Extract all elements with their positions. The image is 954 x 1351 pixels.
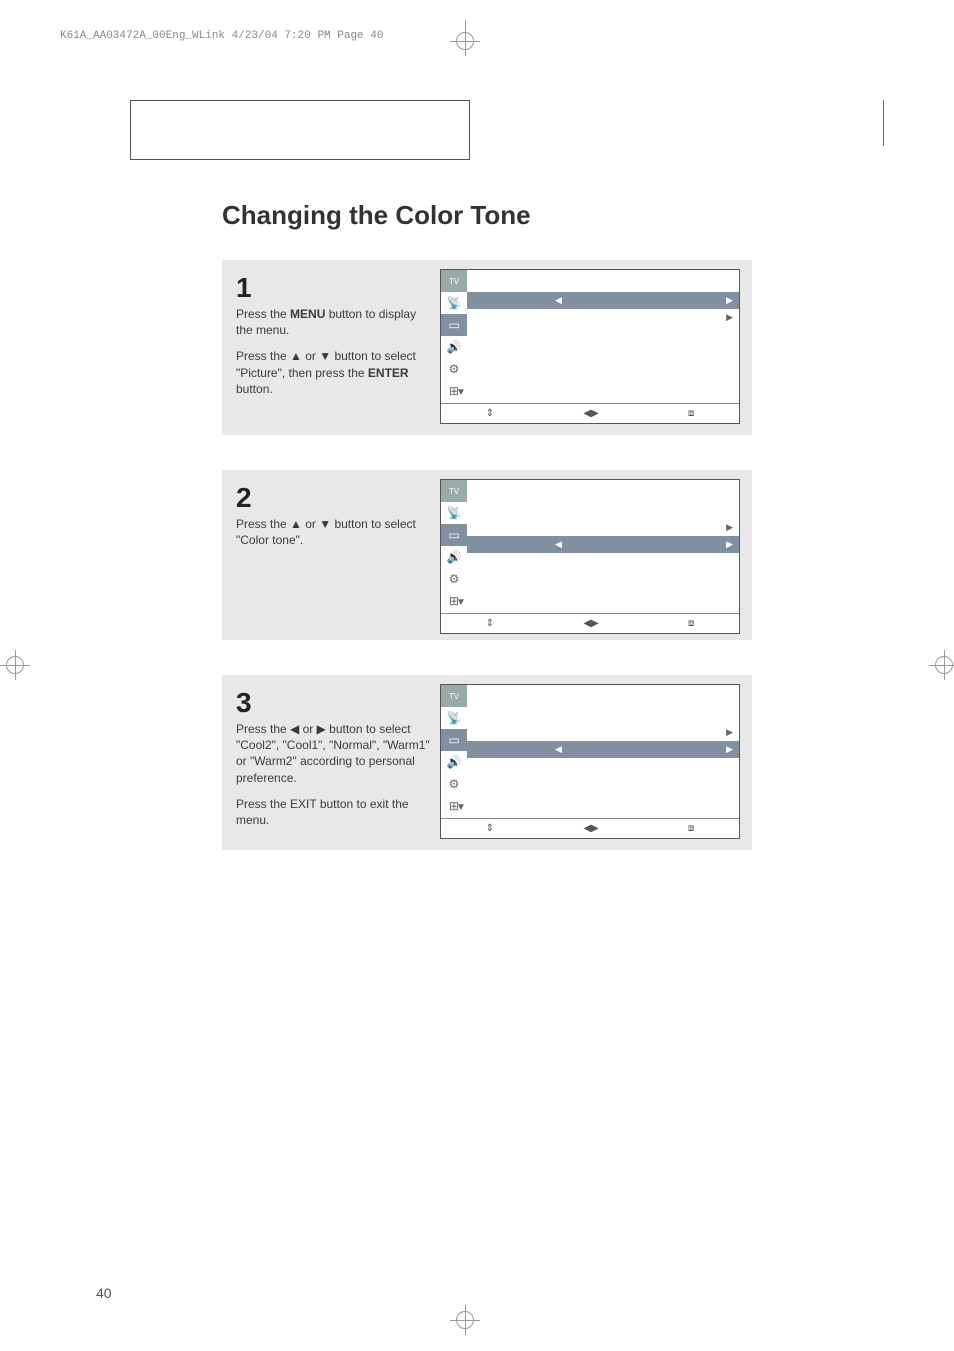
t: Press the ◀ or ▶ button to select "Cool2… (236, 721, 436, 786)
page-title: Changing the Color Tone (222, 200, 531, 231)
crop-tick-top-right (883, 100, 884, 146)
right-arrow-icon: ▶ (726, 744, 733, 755)
content-frame-box (130, 100, 470, 160)
leftright-icon: ◀▶ (583, 823, 598, 834)
step-1-block: 1 Press the MENU button to display the m… (222, 260, 752, 435)
step-3-text: Press the ◀ or ▶ button to select "Cool2… (236, 721, 436, 828)
t: button. (236, 382, 273, 396)
menu-row (467, 707, 739, 724)
right-arrow-icon: ▶ (726, 539, 733, 550)
page-number: 40 (96, 1285, 112, 1301)
menu-row: ▶ (467, 519, 739, 536)
menu-row-colortone: ◀▶ (467, 536, 739, 553)
setup-icon: ⚙ (441, 358, 467, 380)
exit-icon: ⧈ (688, 823, 694, 834)
picture-icon: ▭ (441, 729, 467, 751)
t: MENU (290, 307, 325, 321)
setup-icon: ⚙ (441, 568, 467, 590)
sound-icon: 🔊 (441, 546, 467, 568)
exit-icon: ⧈ (688, 408, 694, 419)
input-icon: 📡 (441, 502, 467, 524)
more-icon: ▼ (441, 381, 481, 403)
left-arrow-icon: ◀ (555, 744, 562, 755)
crop-mark-top (450, 20, 480, 50)
print-header: K61A_AA03472A_00Eng_WLink 4/23/04 7:20 P… (60, 30, 383, 42)
osd-menu-1: TV 📡 ▭ 🔊 ⚙ ⊞ ◀▶ ▶ ▼ ⇕ ◀▶ ⧈ (440, 269, 740, 424)
more-icon: ▼ (441, 796, 481, 818)
menu-footer: ⇕ ◀▶ ⧈ (441, 403, 739, 423)
updown-icon: ⇕ (486, 408, 494, 419)
right-arrow-icon: ▶ (726, 312, 733, 323)
osd-menu-2: TV 📡 ▭ 🔊 ⚙ ⊞ ▶ ◀▶ ▼ ⇕ ◀▶ ⧈ (440, 479, 740, 634)
input-icon: 📡 (441, 707, 467, 729)
menu-footer: ⇕ ◀▶ ⧈ (441, 613, 739, 633)
menu-row-colortone: ◀▶ (467, 741, 739, 758)
t: ENTER (368, 366, 409, 380)
picture-icon: ▭ (441, 524, 467, 546)
left-arrow-icon: ◀ (555, 295, 562, 306)
step-3-block: 3 Press the ◀ or ▶ button to select "Coo… (222, 675, 752, 850)
right-arrow-icon: ▶ (726, 522, 733, 533)
tv-label: TV (441, 270, 467, 292)
updown-icon: ⇕ (486, 823, 494, 834)
step-1-text: Press the MENU button to display the men… (236, 306, 436, 397)
left-arrow-icon: ◀ (555, 539, 562, 550)
step-2-block: 2 Press the ▲ or ▼ button to select "Col… (222, 470, 752, 640)
sound-icon: 🔊 (441, 751, 467, 773)
sound-icon: 🔊 (441, 336, 467, 358)
menu-footer: ⇕ ◀▶ ⧈ (441, 818, 739, 838)
step-2-text: Press the ▲ or ▼ button to select "Color… (236, 516, 436, 548)
t: Press the ▲ or ▼ button to select "Color… (236, 516, 436, 548)
right-arrow-icon: ▶ (726, 295, 733, 306)
menu-row: ▶ (467, 309, 739, 326)
leftright-icon: ◀▶ (583, 408, 598, 419)
picture-icon: ▭ (441, 314, 467, 336)
menu-row: ▶ (467, 724, 739, 741)
menu-row (467, 502, 739, 519)
tv-label: TV (441, 685, 467, 707)
t: Press the (236, 307, 290, 321)
crop-mark-right (929, 650, 954, 680)
crop-mark-left (0, 650, 30, 680)
leftright-icon: ◀▶ (583, 618, 598, 629)
tv-label: TV (441, 480, 467, 502)
t: Press the EXIT button to exit the menu. (236, 796, 436, 828)
more-icon: ▼ (441, 591, 481, 613)
input-icon: 📡 (441, 292, 467, 314)
setup-icon: ⚙ (441, 773, 467, 795)
right-arrow-icon: ▶ (726, 727, 733, 738)
crop-mark-bottom (450, 1311, 480, 1341)
osd-menu-3: TV 📡 ▭ 🔊 ⚙ ⊞ ▶ ◀▶ ▼ ⇕ ◀▶ ⧈ (440, 684, 740, 839)
exit-icon: ⧈ (688, 618, 694, 629)
menu-row-mode: ◀▶ (467, 292, 739, 309)
updown-icon: ⇕ (486, 618, 494, 629)
